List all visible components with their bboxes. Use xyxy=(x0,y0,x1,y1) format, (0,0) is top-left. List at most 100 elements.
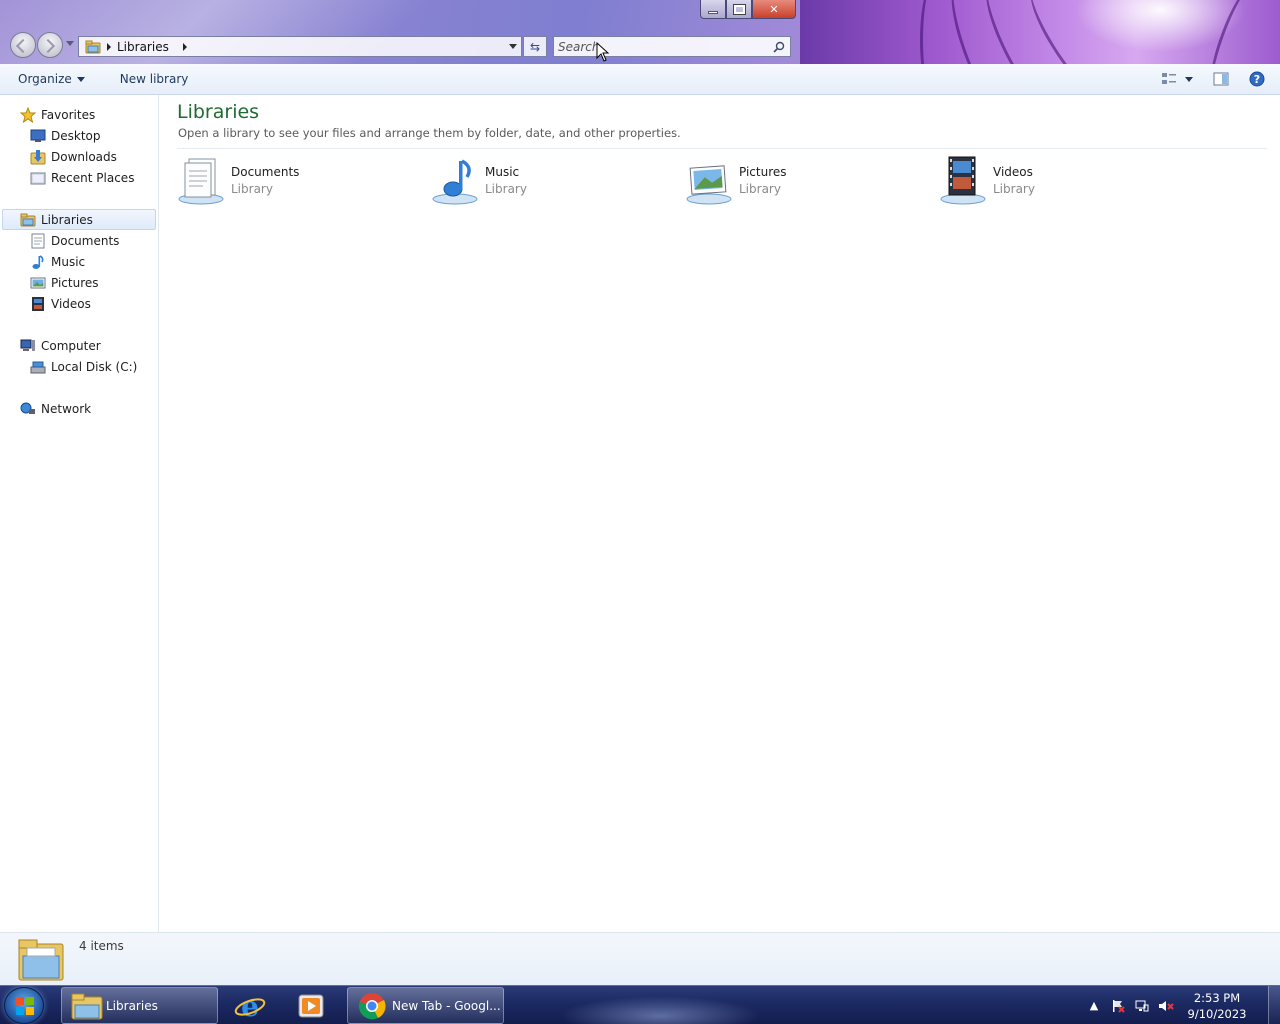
library-kind: Library xyxy=(231,181,273,196)
libraries-small-icon xyxy=(85,40,101,54)
library-name: Documents xyxy=(231,164,300,179)
page-subtitle: Open a library to see your files and arr… xyxy=(178,126,681,140)
nav-downloads[interactable]: Downloads xyxy=(0,146,158,167)
system-tray: ▲ 2:53 PM 9/10/2023 xyxy=(1086,986,1280,1024)
hard-drive-icon xyxy=(30,359,46,375)
desktop-icon xyxy=(30,128,46,144)
address-bar[interactable]: Libraries xyxy=(78,36,522,57)
media-player-button[interactable] xyxy=(283,987,339,1024)
change-view-button[interactable] xyxy=(1155,64,1183,94)
internet-explorer-icon: e xyxy=(234,990,266,1022)
navigation-pane: Favorites Desktop Downloads Recent Place… xyxy=(0,95,159,932)
media-player-icon xyxy=(298,994,324,1017)
details-pane: 4 items xyxy=(0,932,1280,985)
documents-icon xyxy=(30,233,46,249)
new-library-button[interactable]: New library xyxy=(94,64,198,94)
breadcrumb-chevron-icon[interactable] xyxy=(182,42,187,51)
svg-text:?: ? xyxy=(1254,73,1260,86)
network-status-icon[interactable] xyxy=(1134,998,1150,1014)
search-input[interactable] xyxy=(554,39,764,54)
internet-explorer-button[interactable]: e xyxy=(222,987,278,1024)
minimize-icon xyxy=(708,10,718,14)
nav-recent-places[interactable]: Recent Places xyxy=(0,167,158,188)
forward-button[interactable] xyxy=(37,32,63,58)
library-name: Videos xyxy=(993,164,1033,179)
music-library-icon xyxy=(431,155,481,205)
close-icon: ✕ xyxy=(769,2,779,16)
explorer-folder-icon xyxy=(70,991,104,1021)
library-pictures[interactable]: Pictures Library xyxy=(685,155,925,205)
pictures-icon xyxy=(30,275,46,291)
back-button[interactable] xyxy=(10,32,36,58)
clock-date: 9/10/2023 xyxy=(1187,1006,1247,1021)
nav-local-disk-c[interactable]: Local Disk (C:) xyxy=(0,356,158,377)
chrome-icon xyxy=(358,992,386,1020)
help-button[interactable]: ? xyxy=(1241,64,1280,94)
videos-library-icon xyxy=(939,155,989,205)
nav-network[interactable]: Network xyxy=(0,398,158,419)
taskbar-libraries-button[interactable]: Libraries xyxy=(61,987,218,1024)
libraries-icon xyxy=(20,212,36,228)
address-history-dropdown-icon[interactable] xyxy=(509,44,517,49)
library-documents[interactable]: Documents Library xyxy=(177,155,417,205)
clock-time: 2:53 PM xyxy=(1193,990,1241,1005)
taskbar-chrome-label: New Tab - Googl... xyxy=(392,998,501,1013)
organize-button[interactable]: Organize xyxy=(0,64,94,94)
recent-pages-dropdown[interactable] xyxy=(66,41,74,46)
action-center-flag-icon[interactable] xyxy=(1110,998,1126,1014)
new-library-label: New library xyxy=(119,72,189,86)
library-name: Pictures xyxy=(739,164,787,179)
refresh-button[interactable]: ⇆ xyxy=(523,36,547,57)
maximize-icon xyxy=(732,3,746,15)
more-views-dropdown[interactable] xyxy=(1183,64,1201,94)
library-videos[interactable]: Videos Library xyxy=(939,155,1179,205)
refresh-icon: ⇆ xyxy=(529,39,541,54)
preview-pane-icon xyxy=(1213,72,1229,86)
libraries-large-icon xyxy=(17,936,65,982)
nav-desktop[interactable]: Desktop xyxy=(0,125,158,146)
pictures-library-icon xyxy=(685,155,735,205)
item-count: 4 items xyxy=(79,939,124,953)
library-kind: Library xyxy=(993,181,1035,196)
close-button[interactable]: ✕ xyxy=(752,0,796,19)
search-icon[interactable] xyxy=(773,41,785,53)
taskbar-chrome-button[interactable]: New Tab - Googl... xyxy=(347,987,504,1024)
nav-videos[interactable]: Videos xyxy=(0,293,158,314)
library-kind: Library xyxy=(739,181,781,196)
nav-music[interactable]: Music xyxy=(0,251,158,272)
maximize-button[interactable] xyxy=(726,0,752,19)
star-icon xyxy=(20,106,36,123)
desktop-wallpaper xyxy=(800,0,1280,102)
breadcrumb-separator-icon[interactable] xyxy=(107,42,111,51)
taskbar-libraries-label: Libraries xyxy=(106,998,158,1013)
chevron-down-icon xyxy=(1185,76,1193,82)
show-desktop-button[interactable] xyxy=(1268,986,1280,1024)
nav-favorites[interactable]: Favorites xyxy=(0,104,158,125)
view-options-icon xyxy=(1162,73,1176,84)
preview-pane-button[interactable] xyxy=(1201,64,1241,94)
nav-pictures[interactable]: Pictures xyxy=(0,272,158,293)
show-hidden-icons-button[interactable]: ▲ xyxy=(1086,998,1102,1014)
command-bar: Organize New library ? xyxy=(0,64,1280,95)
start-button[interactable] xyxy=(4,987,44,1024)
documents-library-icon xyxy=(177,155,227,205)
breadcrumb-libraries[interactable]: Libraries xyxy=(117,40,169,54)
downloads-folder-icon xyxy=(30,149,46,165)
computer-icon xyxy=(20,338,36,354)
clock[interactable]: 2:53 PM 9/10/2023 xyxy=(1182,990,1252,1022)
content-pane: Libraries Open a library to see your fil… xyxy=(159,95,1280,932)
minimize-button[interactable] xyxy=(700,0,726,19)
library-music[interactable]: Music Library xyxy=(431,155,671,205)
recent-places-icon xyxy=(30,170,46,186)
library-name: Music xyxy=(485,164,520,179)
svg-text:e: e xyxy=(241,990,259,1022)
library-kind: Library xyxy=(485,181,527,196)
nav-documents[interactable]: Documents xyxy=(0,230,158,251)
volume-muted-icon[interactable] xyxy=(1158,998,1174,1014)
help-icon: ? xyxy=(1249,71,1265,87)
search-box[interactable] xyxy=(553,36,791,57)
nav-libraries[interactable]: Libraries xyxy=(2,209,156,230)
windows-logo-icon xyxy=(16,997,34,1015)
taskbar: Libraries e New Tab - Googl... ▲ 2:53 PM… xyxy=(0,985,1280,1024)
nav-computer[interactable]: Computer xyxy=(0,335,158,356)
